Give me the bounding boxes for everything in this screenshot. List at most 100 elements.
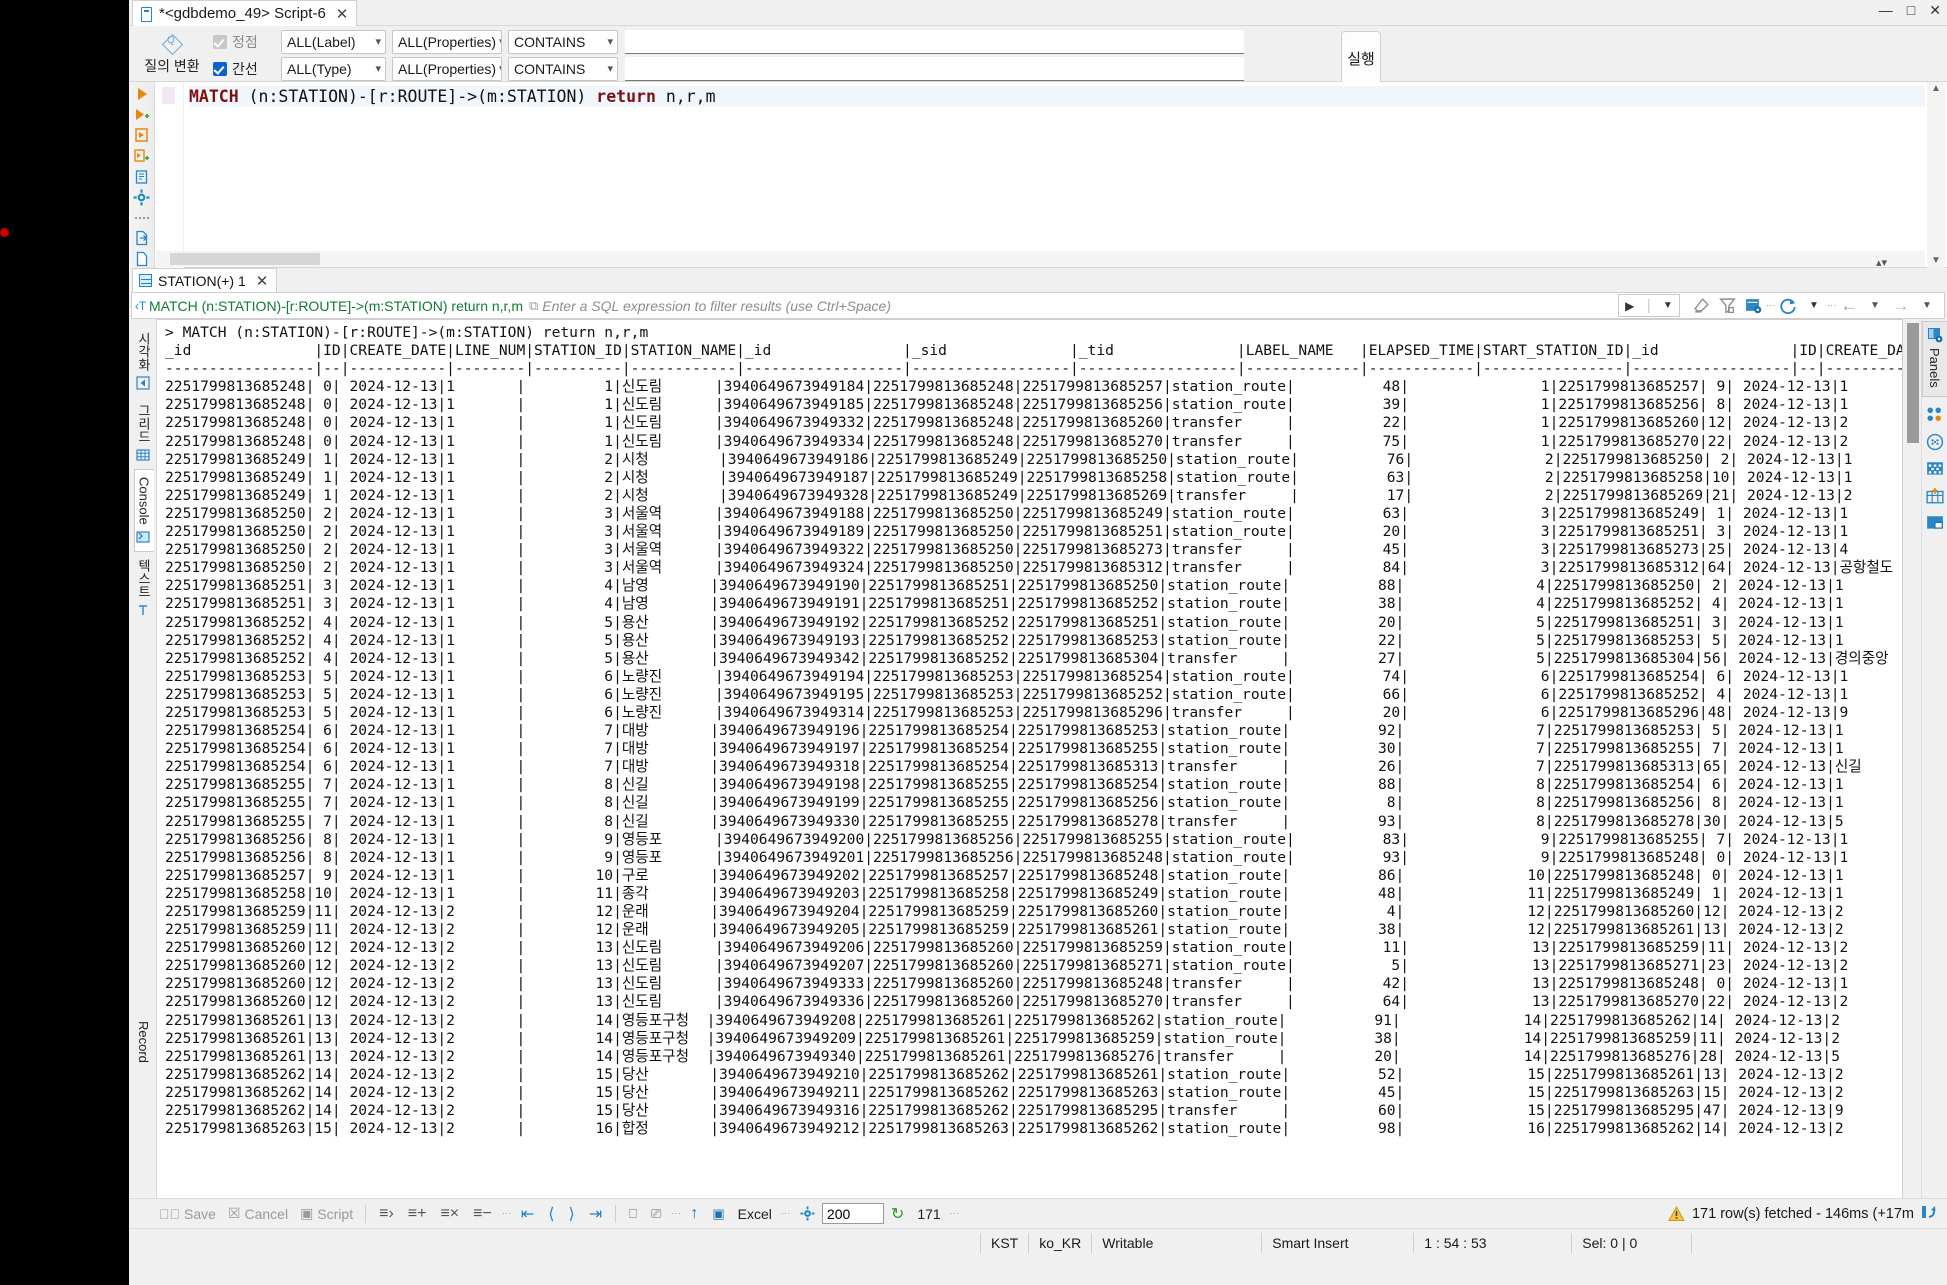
- results-tab-station[interactable]: STATION(+) 1 ✕: [132, 268, 278, 292]
- overflow-dots-icon[interactable]: ⋮: [671, 1209, 681, 1218]
- edge-filter-input[interactable]: [625, 56, 1244, 81]
- forward-dropdown-icon[interactable]: ▼: [1914, 294, 1940, 317]
- view-tab-text[interactable]: 텍스트: [132, 552, 155, 624]
- visualization-icon: [135, 376, 151, 390]
- export-excel-icon[interactable]: ▣: [705, 1206, 731, 1222]
- view-tab-grid[interactable]: 그리드: [132, 397, 155, 469]
- overflow-dots-icon[interactable]: ⋮: [781, 1209, 791, 1218]
- script-button[interactable]: ▣ Script: [294, 1205, 359, 1222]
- add-row-icon[interactable]: ≡›: [372, 1205, 401, 1223]
- excel-label[interactable]: Excel: [732, 1206, 778, 1222]
- dropdown-icon[interactable]: ▼: [1663, 300, 1673, 311]
- aggregate-icon[interactable]: [1925, 487, 1944, 505]
- filter-bar-query[interactable]: MATCH (n:STATION)-[r:ROUTE]->(m:STATION)…: [149, 298, 523, 314]
- chevron-down-icon: ▾: [607, 63, 613, 75]
- calc-grid-icon[interactable]: [1926, 460, 1944, 478]
- refresh-icon[interactable]: ↻: [884, 1204, 911, 1224]
- grid-settings-icon[interactable]: [793, 1205, 822, 1223]
- maximize-icon[interactable]: □: [1907, 2, 1915, 19]
- next-page-icon[interactable]: ⟩: [562, 1204, 582, 1224]
- view-tab-console[interactable]: Console: [133, 469, 154, 552]
- prev-page-icon[interactable]: ⟨: [541, 1204, 561, 1224]
- overflow-dots-icon[interactable]: ⋮: [1827, 301, 1837, 310]
- rollback-icon[interactable]: [1921, 1204, 1939, 1224]
- save-button[interactable]: ✓⃝ Save: [153, 1206, 222, 1222]
- close-icon[interactable]: ✕: [1929, 2, 1941, 19]
- fetch-next-page-icon[interactable]: ⎕: [622, 1206, 644, 1222]
- editor-vertical-scrollbar[interactable]: ▲ ▼: [1927, 82, 1945, 268]
- refresh-icon[interactable]: [1775, 294, 1801, 317]
- fetch-status: 171 row(s) fetched - 146ms (+17m: [1668, 1204, 1947, 1224]
- back-icon[interactable]: ←: [1836, 294, 1862, 317]
- expand-icon[interactable]: ⧉: [529, 298, 538, 314]
- scroll-thumb[interactable]: [1907, 323, 1919, 443]
- query-transform-icon: [162, 34, 182, 54]
- execute-new-tab-icon[interactable]: [132, 106, 152, 125]
- clear-cell-icon[interactable]: ≡−: [466, 1205, 499, 1223]
- overflow-dots-icon[interactable]: ⋮: [502, 1209, 512, 1218]
- clear-filter-icon[interactable]: [1688, 294, 1714, 317]
- editor-tab-script6[interactable]: *<gdbdemo_49> Script-6 ✕: [132, 0, 358, 26]
- execute-query-button[interactable]: 실행: [1341, 31, 1381, 86]
- vertex-label-select[interactable]: ALL(Label) ▾: [281, 29, 386, 54]
- view-tab-label: 텍스트: [136, 558, 151, 598]
- edge-checkbox[interactable]: [213, 61, 227, 76]
- close-icon[interactable]: ✕: [336, 5, 349, 23]
- close-icon[interactable]: ✕: [256, 272, 269, 290]
- edge-operator-select[interactable]: CONTAINS ▾: [508, 56, 618, 81]
- value-panel-icon[interactable]: [1926, 406, 1944, 424]
- vertex-checkbox-group[interactable]: 정점: [213, 32, 275, 52]
- execute-icon[interactable]: [132, 85, 152, 104]
- code-fold-marker[interactable]: [162, 87, 175, 104]
- panels-tab[interactable]: Panels: [1921, 321, 1947, 397]
- row-limit-input[interactable]: [821, 1203, 884, 1224]
- vertex-filter-input[interactable]: [625, 29, 1244, 54]
- scroll-thumb[interactable]: [170, 253, 320, 265]
- grid-config-icon[interactable]: [1740, 294, 1766, 317]
- settings-gear-icon[interactable]: [132, 188, 152, 207]
- edge-checkbox-group[interactable]: 간선: [213, 59, 275, 79]
- new-file-icon[interactable]: [132, 250, 152, 269]
- execute-filter-icon[interactable]: ▶: [1625, 299, 1634, 313]
- execute-query-label: 실행: [1347, 51, 1375, 68]
- execute-script-icon[interactable]: [132, 126, 152, 145]
- forward-icon[interactable]: →: [1888, 294, 1914, 317]
- explain-plan-icon[interactable]: [132, 167, 152, 186]
- vertex-checkbox[interactable]: [213, 34, 227, 49]
- execute-script-new-tab-icon[interactable]: [132, 147, 152, 166]
- cancel-button[interactable]: ☒ Cancel: [222, 1205, 294, 1222]
- delete-row-icon[interactable]: ≡×: [433, 1205, 466, 1223]
- last-page-icon[interactable]: ⇥: [582, 1204, 609, 1224]
- refresh-dropdown-icon[interactable]: ▼: [1801, 294, 1827, 317]
- scroll-up-icon[interactable]: ▲: [1927, 82, 1945, 96]
- export-data-icon[interactable]: [132, 229, 152, 248]
- scroll-down-icon[interactable]: ▼: [1927, 254, 1945, 268]
- console-output[interactable]: > MATCH (n:STATION)-[r:ROUTE]->(m:STATIO…: [157, 319, 1903, 1222]
- edge-type-select[interactable]: ALL(Type) ▾: [281, 56, 386, 81]
- overflow-dots-icon[interactable]: ⋮: [950, 1209, 960, 1218]
- sql-code-area[interactable]: MATCH (n:STATION)-[r:ROUTE]->(m:STATION)…: [189, 82, 1925, 268]
- toolbar-overflow-icon[interactable]: [132, 208, 152, 227]
- overflow-dots-icon[interactable]: ⋮: [1766, 301, 1776, 310]
- back-dropdown-icon[interactable]: ▼: [1862, 294, 1888, 317]
- panels-tab-label: Panels: [1927, 348, 1942, 388]
- editor-horizontal-scrollbar[interactable]: [156, 251, 1925, 267]
- view-tab-record[interactable]: Record: [134, 1014, 153, 1070]
- filter-input-placeholder[interactable]: Enter a SQL expression to filter results…: [542, 298, 891, 314]
- view-tab-visualization[interactable]: 시각화: [132, 325, 155, 397]
- minimize-icon[interactable]: —: [1879, 2, 1893, 19]
- metadata-icon[interactable]: [1926, 433, 1944, 451]
- fetch-all-rows-icon[interactable]: ⎚: [644, 1206, 668, 1222]
- execute-filter-group[interactable]: ▶ | ▼: [1618, 294, 1680, 317]
- first-page-icon[interactable]: ⇤: [514, 1204, 541, 1224]
- layout-icon[interactable]: [1926, 514, 1944, 532]
- vertex-operator-select[interactable]: CONTAINS ▾: [508, 29, 618, 54]
- chevron-down-icon: ▾: [607, 36, 613, 48]
- duplicate-row-icon[interactable]: ≡+: [401, 1205, 434, 1223]
- vertex-property-select[interactable]: ALL(Properties) ▾: [392, 29, 502, 54]
- console-vertical-scrollbar[interactable]: [1905, 319, 1921, 1222]
- save-filter-icon[interactable]: [1714, 294, 1740, 317]
- import-icon[interactable]: ↑: [683, 1205, 705, 1223]
- edge-property-select[interactable]: ALL(Properties) ▾: [392, 56, 502, 81]
- console-text: > MATCH (n:STATION)-[r:ROUTE]->(m:STATIO…: [165, 324, 1903, 1138]
